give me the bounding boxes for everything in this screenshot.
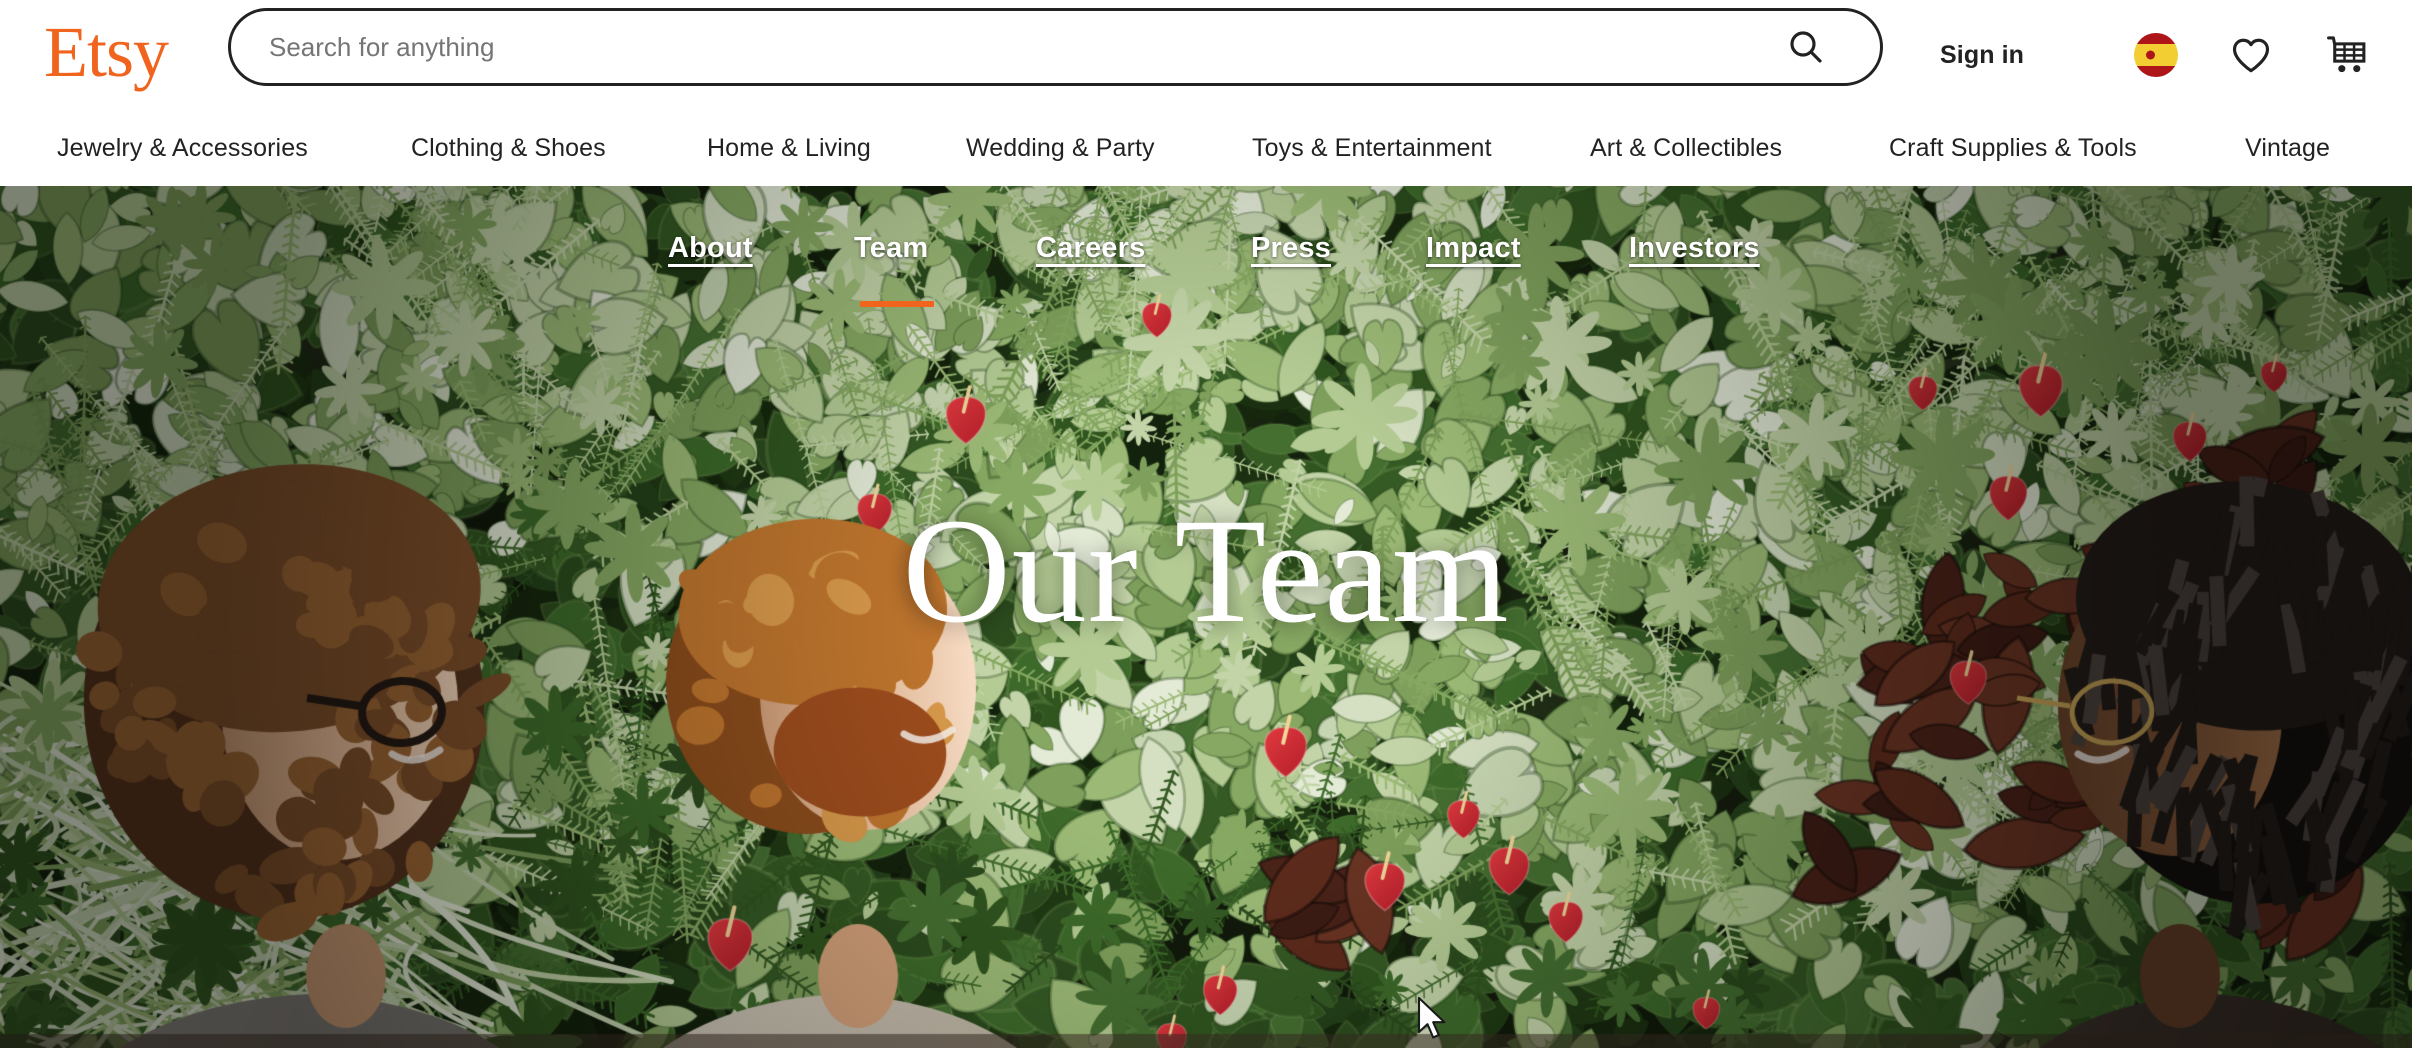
favorites-heart-icon[interactable] bbox=[2228, 32, 2274, 78]
subnav-item-careers[interactable]: Careers bbox=[1036, 232, 1145, 265]
plant-wall-background-image bbox=[0, 186, 2412, 1048]
site-header: Etsy Sign in bbox=[0, 0, 2412, 110]
category-nav-item[interactable]: Vintage bbox=[2245, 134, 2330, 163]
shopping-cart-icon[interactable] bbox=[2324, 32, 2370, 78]
subnav-item-investors[interactable]: Investors bbox=[1629, 232, 1760, 265]
search-input[interactable] bbox=[269, 17, 1669, 77]
category-nav-item[interactable]: Toys & Entertainment bbox=[1252, 134, 1492, 163]
category-nav-item[interactable]: Art & Collectibles bbox=[1590, 134, 1782, 163]
language-region-flag-icon[interactable] bbox=[2134, 33, 2178, 77]
sign-in-button[interactable]: Sign in bbox=[1940, 0, 2024, 110]
category-nav-item[interactable]: Craft Supplies & Tools bbox=[1889, 134, 2137, 163]
search-pill[interactable] bbox=[228, 8, 1883, 86]
etsy-logo[interactable]: Etsy bbox=[44, 16, 169, 94]
subnav-item-about[interactable]: About bbox=[668, 232, 753, 265]
hero-banner: About Team Careers Press Impact Investors Our… bbox=[0, 186, 2412, 1048]
category-nav-item[interactable]: Home & Living bbox=[707, 134, 871, 163]
category-nav-item[interactable]: Clothing & Shoes bbox=[411, 134, 606, 163]
category-nav-item[interactable]: Wedding & Party bbox=[966, 134, 1155, 163]
subnav-item-team[interactable]: Team bbox=[854, 232, 934, 307]
category-nav-item[interactable]: Jewelry & Accessories bbox=[57, 134, 308, 163]
header-icon-group bbox=[2134, 0, 2370, 110]
etsy-about-team-page: Etsy Sign in bbox=[0, 0, 2412, 1048]
search-icon[interactable] bbox=[1786, 27, 1826, 67]
subnav-item-press[interactable]: Press bbox=[1251, 232, 1331, 265]
subnav-item-impact[interactable]: Impact bbox=[1426, 232, 1521, 265]
search-bar[interactable] bbox=[228, 8, 1883, 86]
category-nav: Jewelry & Accessories Clothing & Shoes Hom… bbox=[0, 110, 2412, 186]
subnav-active-indicator bbox=[860, 301, 934, 307]
